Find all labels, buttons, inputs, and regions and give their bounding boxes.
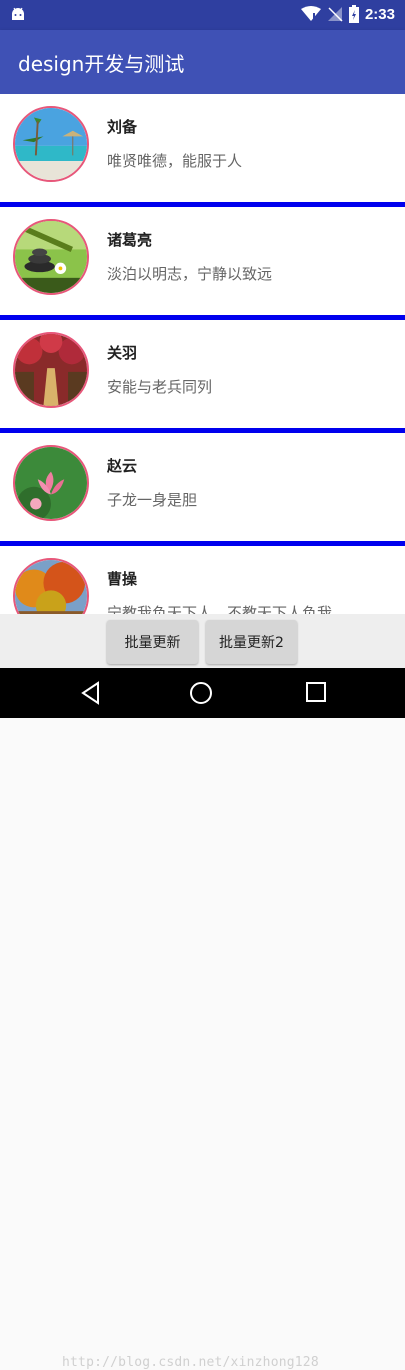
- list-item[interactable]: 刘备 唯贤唯德，能服于人: [0, 94, 405, 207]
- recycler-list[interactable]: 刘备 唯贤唯德，能服于人 诸葛亮 淡泊以明志，宁静以致远 关羽 安能与老兵同列 …: [0, 94, 405, 614]
- list-item[interactable]: 关羽 安能与老兵同列: [0, 320, 405, 433]
- item-name: 赵云: [107, 457, 138, 475]
- battery-icon: [348, 5, 359, 23]
- avatar-zen-stones-image: [13, 219, 89, 295]
- list-item[interactable]: 诸葛亮 淡泊以明志，宁静以致远: [0, 207, 405, 320]
- item-name: 诸葛亮: [107, 231, 153, 249]
- wifi-icon: [300, 6, 321, 21]
- watermark-url: http://blog.csdn.net/xinzhong128: [62, 1355, 319, 1370]
- item-description: 子龙一身是胆: [107, 491, 198, 509]
- app-bar: design开发与测试: [0, 30, 405, 94]
- avatar-beach-image: [13, 106, 89, 182]
- app-title: design开发与测试: [18, 52, 185, 76]
- home-icon[interactable]: [189, 681, 213, 705]
- status-bar: 2:33: [0, 0, 405, 30]
- item-description: 安能与老兵同列: [107, 378, 213, 396]
- item-name: 刘备: [107, 118, 138, 136]
- bottom-button-bar: 批量更新 批量更新2: [0, 614, 405, 668]
- item-name: 关羽: [107, 344, 138, 362]
- recents-icon[interactable]: [305, 681, 327, 703]
- android-notification-icon: [12, 7, 24, 20]
- navigation-bar: http://blog.csdn.net/xinzhong128: [0, 668, 405, 1370]
- back-icon[interactable]: [80, 681, 102, 705]
- batch-update-button[interactable]: 批量更新: [107, 620, 198, 664]
- avatar-autumn-trees-image: [13, 558, 89, 614]
- avatar-flower-tunnel-image: [13, 332, 89, 408]
- clock-time: 2:33: [364, 5, 395, 23]
- avatar-lotus-image: [13, 445, 89, 521]
- list-item[interactable]: 曹操 宁教我负天下人，不教天下人负我: [0, 546, 405, 614]
- batch-update-2-button[interactable]: 批量更新2: [206, 620, 297, 664]
- item-description: 淡泊以明志，宁静以致远: [107, 265, 273, 283]
- no-signal-icon: [327, 7, 343, 22]
- list-item[interactable]: 赵云 子龙一身是胆: [0, 433, 405, 546]
- item-description: 唯贤唯德，能服于人: [107, 152, 243, 170]
- item-name: 曹操: [107, 570, 138, 588]
- item-description: 宁教我负天下人，不教天下人负我: [107, 604, 333, 614]
